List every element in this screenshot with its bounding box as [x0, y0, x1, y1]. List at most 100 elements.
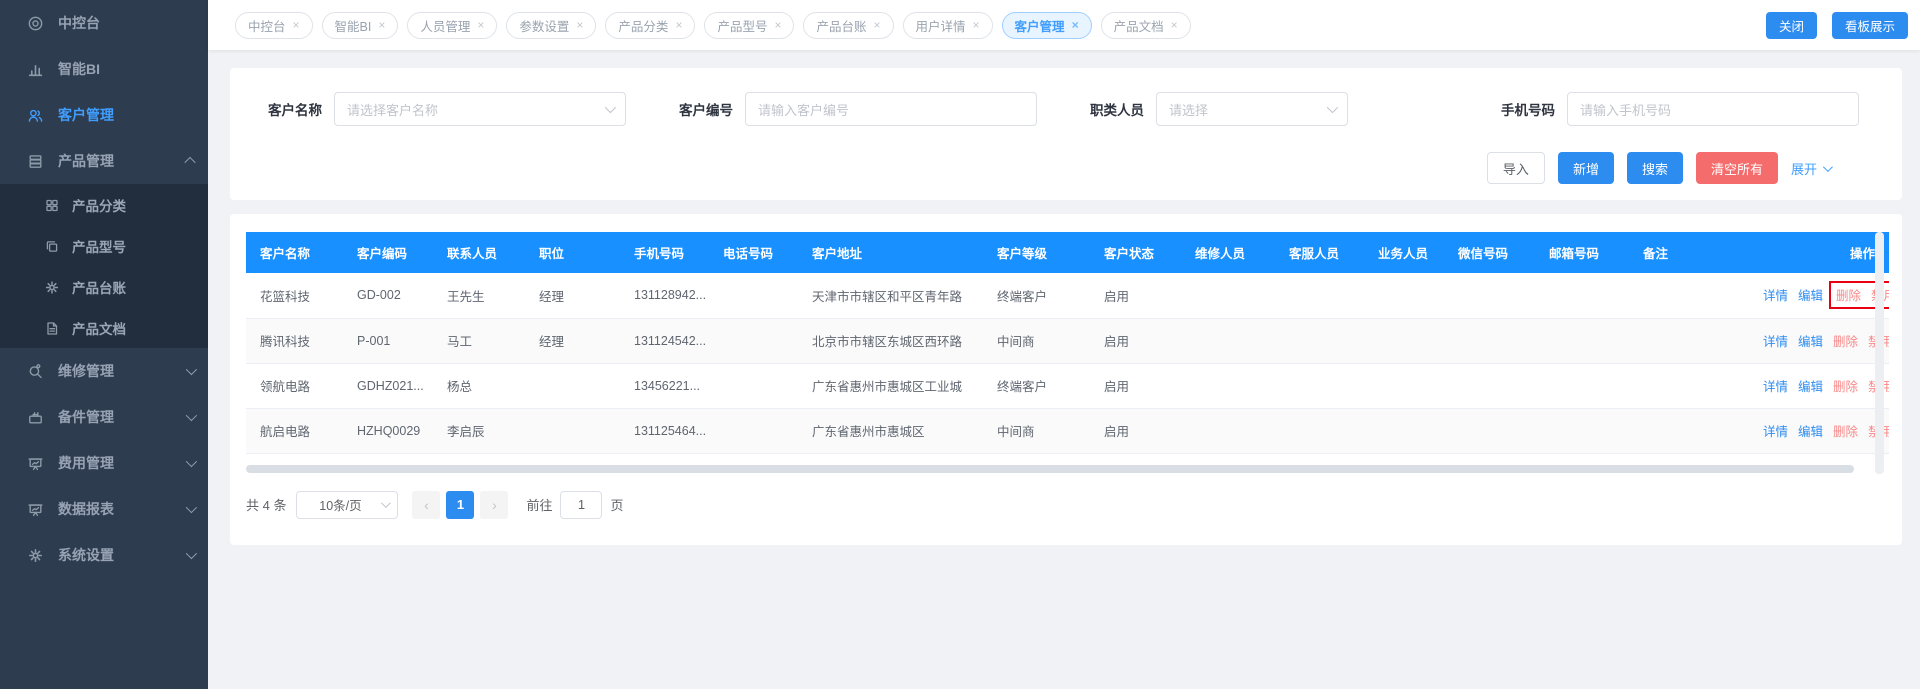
- sidebar-item-8[interactable]: 系统设置: [0, 532, 208, 578]
- sidebar-item-label: 客户管理: [58, 105, 114, 125]
- action-link-2[interactable]: 删除: [1833, 425, 1858, 439]
- goto-page: 前往 页: [526, 491, 623, 519]
- action-link-1[interactable]: 编辑: [1798, 380, 1823, 394]
- tab-3[interactable]: 参数设置×: [506, 12, 596, 39]
- close-tab-icon[interactable]: ×: [774, 19, 781, 31]
- action-link-0[interactable]: 详情: [1763, 425, 1788, 439]
- table-cell: [1364, 273, 1444, 318]
- close-tab-icon[interactable]: ×: [973, 19, 980, 31]
- tab-1[interactable]: 智能BI ×: [322, 12, 399, 39]
- add-button[interactable]: 新增: [1558, 152, 1614, 184]
- tab-7[interactable]: 用户详情 ×: [903, 12, 993, 39]
- expand-toggle[interactable]: 展开: [1791, 159, 1830, 178]
- tab-5[interactable]: 产品型号×: [704, 12, 794, 39]
- table-cell: 广东省惠州市惠城区: [798, 408, 983, 453]
- sidebar-item-1[interactable]: 智能BI: [0, 46, 208, 92]
- vertical-scrollbar[interactable]: [1875, 232, 1884, 474]
- close-tab-icon[interactable]: ×: [477, 19, 484, 31]
- table-cell: 启用: [1090, 363, 1181, 408]
- placeholder-text: 请选择: [1169, 100, 1208, 119]
- page-number-1[interactable]: 1: [446, 491, 474, 519]
- sidebar-item-0[interactable]: 中控台: [0, 0, 208, 46]
- submenu: 产品分类产品型号产品台账产品文档: [0, 184, 208, 348]
- close-tab-icon[interactable]: ×: [576, 19, 583, 31]
- table-row-1: 腾讯科技P-001马工经理131124542...北京市市辖区东城区西环路中间商…: [246, 318, 1889, 363]
- sidebar-item-7[interactable]: 数据报表: [0, 486, 208, 532]
- close-tab-icon[interactable]: ×: [675, 19, 682, 31]
- tab-label: 智能BI: [335, 16, 372, 35]
- tab-label: 人员管理: [420, 16, 470, 35]
- close-tab-icon[interactable]: ×: [1072, 19, 1079, 31]
- close-tab-icon[interactable]: ×: [378, 19, 385, 31]
- table-cell: 131125464...: [620, 408, 709, 453]
- action-link-0[interactable]: 详情: [1763, 380, 1788, 394]
- sidebar-subitem-3[interactable]: 产品文档: [0, 307, 208, 348]
- table-cell: GDHZ021...: [343, 363, 433, 408]
- table-cell: [1629, 363, 1739, 408]
- action-link-1[interactable]: 编辑: [1798, 289, 1823, 303]
- table-cell: [1364, 408, 1444, 453]
- import-button[interactable]: 导入: [1487, 152, 1545, 184]
- table-cell: [1535, 318, 1629, 363]
- sidebar-subitem-1[interactable]: 产品型号: [0, 225, 208, 266]
- close-tab-icon[interactable]: ×: [293, 19, 300, 31]
- action-link-2[interactable]: 删除: [1833, 380, 1858, 394]
- settings-gear-icon: [26, 546, 44, 564]
- 客户名称-select[interactable]: 请选择客户名称: [334, 92, 626, 126]
- sidebar-item-5[interactable]: 备件管理: [0, 394, 208, 440]
- row-actions: 详情编辑删除禁用: [1739, 363, 1889, 408]
- next-page-button[interactable]: ›: [480, 491, 508, 519]
- filter-fields: 客户名称请选择客户名称客户编号请输入客户编号职类人员请选择手机号码请输入手机号码: [240, 92, 1884, 126]
- action-link-0[interactable]: 详情: [1763, 335, 1788, 349]
- 客户编号-input[interactable]: 请输入客户编号: [745, 92, 1037, 126]
- table-cell: HZHQ0029: [343, 408, 433, 453]
- close-button[interactable]: 关闭: [1766, 12, 1817, 39]
- app-window: 中控台智能BI客户管理产品管理产品分类产品型号产品台账产品文档维修管理备件管理费…: [0, 0, 1920, 689]
- expand-label: 展开: [1791, 159, 1817, 178]
- chevron-down-icon: [186, 364, 197, 375]
- action-link-2[interactable]: 删除: [1836, 289, 1861, 303]
- sidebar-item-2[interactable]: 客户管理: [0, 92, 208, 138]
- tab-6[interactable]: 产品台账×: [803, 12, 893, 39]
- pagination: 共 4 条 10条/页 ‹ 1 › 前往 页: [246, 491, 1884, 519]
- sidebar-subitem-2[interactable]: 产品台账: [0, 266, 208, 307]
- tab-2[interactable]: 人员管理 ×: [407, 12, 497, 39]
- chevron-down-icon: [186, 548, 197, 559]
- sidebar-item-6[interactable]: 费用管理: [0, 440, 208, 486]
- products-icon: [26, 152, 44, 170]
- sidebar-subitem-0[interactable]: 产品分类: [0, 184, 208, 225]
- sidebar-item-3[interactable]: 产品管理: [0, 138, 208, 184]
- 职类人员-select[interactable]: 请选择: [1156, 92, 1348, 126]
- action-link-1[interactable]: 编辑: [1798, 425, 1823, 439]
- tab-8[interactable]: 客户管理×: [1002, 12, 1092, 39]
- close-tab-icon[interactable]: ×: [874, 19, 881, 31]
- tab-4[interactable]: 产品分类×: [605, 12, 695, 39]
- tab-0[interactable]: 中控台 ×: [235, 12, 313, 39]
- tab-label: 中控台: [248, 16, 286, 35]
- horizontal-scrollbar[interactable]: [246, 465, 1870, 473]
- filter-label: 客户编号: [651, 99, 733, 119]
- 手机号码-input[interactable]: 请输入手机号码: [1567, 92, 1859, 126]
- tab-label: 用户详情: [916, 16, 966, 35]
- action-link-1[interactable]: 编辑: [1798, 335, 1823, 349]
- prev-page-button[interactable]: ‹: [412, 491, 440, 519]
- table-cell: 腾讯科技: [246, 318, 343, 363]
- board-display-button[interactable]: 看板展示: [1832, 12, 1908, 39]
- table-cell: [1275, 273, 1364, 318]
- search-button[interactable]: 搜索: [1627, 152, 1683, 184]
- goto-page-input[interactable]: [560, 491, 602, 519]
- tab-9[interactable]: 产品文档×: [1101, 12, 1191, 39]
- filter-label: 职类人员: [1062, 99, 1144, 119]
- page-size-select[interactable]: 10条/页: [296, 491, 398, 519]
- table-cell: [1535, 408, 1629, 453]
- clear-all-button[interactable]: 清空所有: [1696, 152, 1778, 184]
- action-link-0[interactable]: 详情: [1763, 289, 1788, 303]
- column-header: 微信号码: [1444, 232, 1535, 273]
- table-cell: 131124542...: [620, 318, 709, 363]
- action-link-2[interactable]: 删除: [1833, 335, 1858, 349]
- close-tab-icon[interactable]: ×: [1171, 19, 1178, 31]
- table-cell: [1275, 318, 1364, 363]
- sidebar-item-4[interactable]: 维修管理: [0, 348, 208, 394]
- scrollbar-thumb[interactable]: [246, 465, 1854, 473]
- chevron-down-icon: [186, 502, 197, 513]
